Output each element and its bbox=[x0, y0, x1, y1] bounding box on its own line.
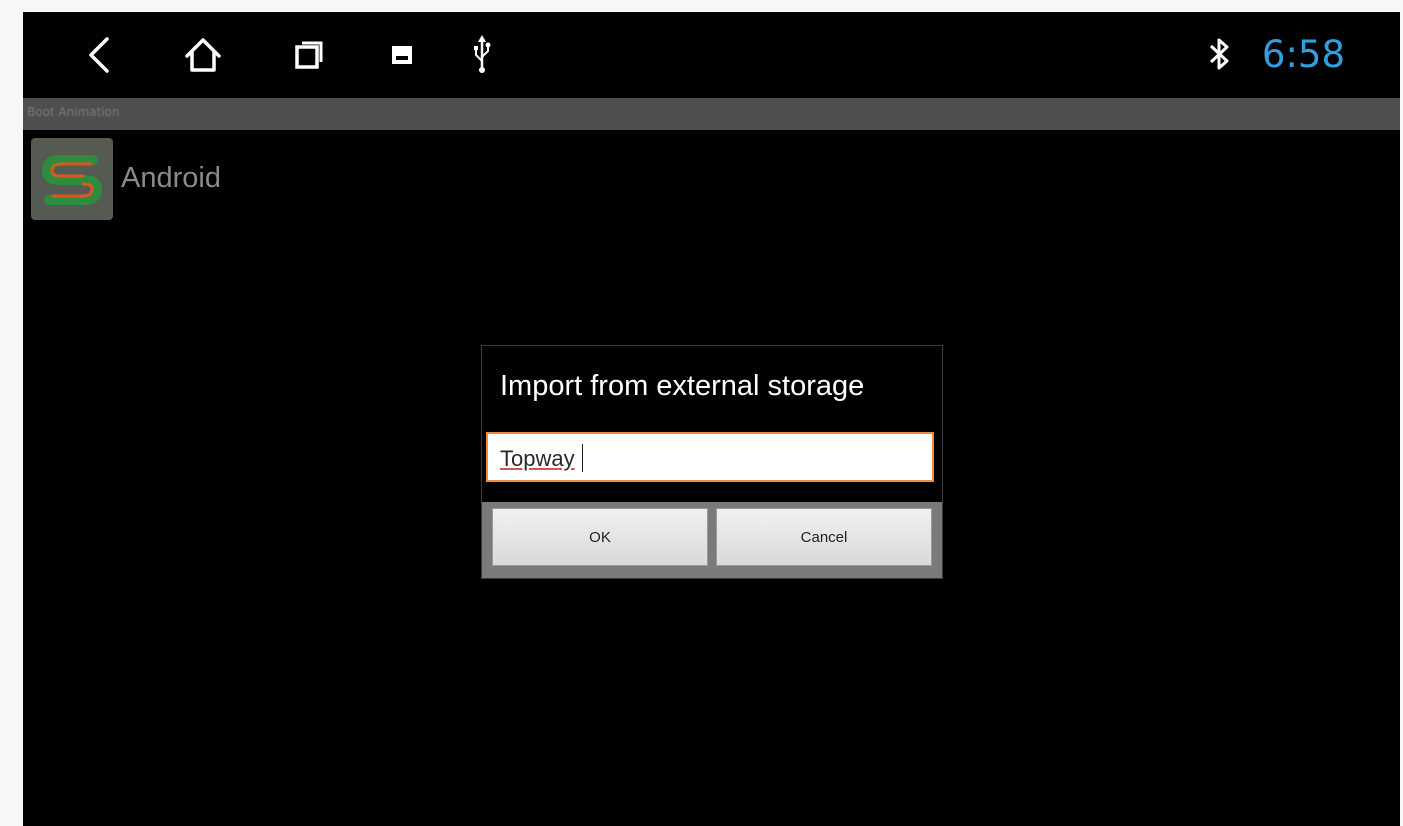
back-icon bbox=[89, 37, 109, 73]
android-app-icon[interactable] bbox=[31, 138, 113, 220]
bluetooth-status bbox=[1208, 37, 1232, 75]
gallery-notification[interactable] bbox=[387, 30, 417, 80]
bluetooth-icon bbox=[1209, 38, 1229, 70]
home-icon bbox=[185, 38, 221, 72]
status-clock: 6:58 bbox=[1261, 33, 1345, 76]
ok-button[interactable]: OK bbox=[492, 508, 708, 566]
usb-notification[interactable] bbox=[467, 30, 497, 80]
app-title-bar: Boot Animation bbox=[23, 98, 1400, 130]
gallery-icon bbox=[392, 46, 412, 64]
status-bar: 6:58 bbox=[23, 12, 1400, 98]
storage-name-input[interactable]: Topway bbox=[486, 432, 934, 482]
device-screen: 6:58 Boot Animation Android Import from … bbox=[23, 12, 1400, 826]
recent-apps-icon bbox=[295, 41, 323, 69]
import-dialog: Import from external storage Topway OK C… bbox=[481, 345, 943, 579]
input-value: Topway bbox=[500, 446, 575, 471]
text-cursor bbox=[582, 444, 583, 472]
usb-icon bbox=[474, 35, 491, 73]
android-app-label: Android bbox=[121, 162, 221, 194]
home-button[interactable] bbox=[181, 30, 225, 80]
dialog-title: Import from external storage bbox=[500, 370, 865, 402]
cancel-button[interactable]: Cancel bbox=[716, 508, 932, 566]
dialog-button-bar: OK Cancel bbox=[482, 502, 942, 578]
app-title: Boot Animation bbox=[27, 105, 120, 119]
s-logo-icon bbox=[41, 155, 103, 205]
back-button[interactable] bbox=[78, 30, 118, 80]
recent-apps-button[interactable] bbox=[289, 30, 329, 80]
